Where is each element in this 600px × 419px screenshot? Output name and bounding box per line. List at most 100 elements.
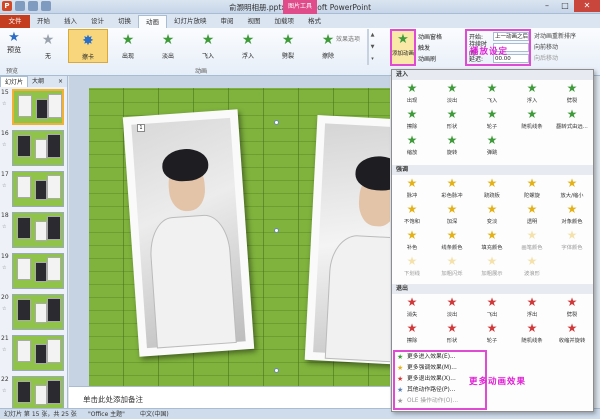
effect-label: 劈裂 (566, 98, 578, 104)
effect-item[interactable]: ★ 飞出 (472, 294, 512, 320)
slide-thumbnail[interactable] (12, 335, 64, 371)
effect-star-icon: ★ (566, 295, 578, 309)
effect-item[interactable]: ★ 收缩并旋转 (552, 320, 592, 346)
effect-item[interactable]: ★ 线条颜色 (432, 227, 472, 253)
maximize-button[interactable]: □ (556, 0, 574, 12)
close-button[interactable]: ✕ (574, 0, 600, 12)
tab-transitions[interactable]: 切换 (111, 15, 138, 28)
redo-icon[interactable] (41, 1, 51, 11)
effect-item[interactable]: ★ 淡出 (432, 80, 472, 106)
thumbnail-photo (47, 216, 61, 240)
photo-right-selected[interactable] (304, 115, 390, 366)
tab-view[interactable]: 视图 (241, 15, 268, 28)
effect-item[interactable]: ★ 轮子 (472, 320, 512, 346)
effect-item[interactable]: ★ 擦除 (392, 106, 432, 132)
gallery-item[interactable]: ✸ 擦卡 (68, 29, 108, 63)
effect-item[interactable]: ★ 陀螺旋 (512, 175, 552, 201)
effect-item[interactable]: ★ 对象颜色 (552, 201, 592, 227)
effect-star-icon: ★ (486, 202, 498, 216)
animation-pane-button[interactable]: 动画窗格 (418, 32, 462, 43)
more-effects-star-icon: ★ (397, 364, 404, 372)
tab-slides-pane[interactable]: 幻灯片 (0, 76, 29, 87)
photo-left[interactable] (122, 109, 255, 357)
effect-item[interactable]: ★ 跷跷板 (472, 175, 512, 201)
effect-item[interactable]: ★ 轮子 (472, 106, 512, 132)
effect-item[interactable]: ★ 翻转式由远... (552, 106, 592, 132)
animation-gallery: ★ 无 ✸ 擦卡 ★ 出现 ★ 淡出 ★ 飞入 ★ 浮入 ★ 劈裂 ★ 擦除 (28, 29, 368, 65)
move-later-button[interactable]: 向后移动 (534, 53, 598, 64)
slide-thumbnail[interactable] (12, 89, 64, 125)
effect-options-button[interactable]: 效果选项 (330, 34, 366, 43)
gallery-item[interactable]: ★ 出现 (108, 29, 148, 63)
effect-item[interactable]: ★ 淡出 (432, 294, 472, 320)
tab-addins[interactable]: 加载项 (268, 15, 302, 28)
effect-item[interactable]: ★ 劈裂 (552, 294, 592, 320)
powerpoint-logo-icon[interactable]: P (2, 1, 12, 11)
selection-handle[interactable] (274, 368, 279, 373)
effect-item[interactable]: ★ 形状 (432, 106, 472, 132)
tab-insert[interactable]: 插入 (57, 15, 84, 28)
tab-design[interactable]: 设计 (84, 15, 111, 28)
preview-button[interactable]: ★ 预览 (2, 30, 26, 66)
effect-item[interactable]: ★ 缩放 (392, 132, 432, 158)
effect-item[interactable]: ★ 放大/缩小 (552, 175, 592, 201)
effect-item[interactable]: ★ 擦除 (392, 320, 432, 346)
effect-item[interactable]: ★ 消失 (392, 294, 432, 320)
gallery-item[interactable]: ★ 劈裂 (268, 29, 308, 63)
effect-item[interactable]: ★ 出现 (392, 80, 432, 106)
tab-file[interactable]: 文件 (0, 15, 30, 28)
selection-handle[interactable] (274, 228, 279, 233)
effect-item[interactable]: ★ 填充颜色 (472, 227, 512, 253)
effect-item[interactable]: ★ 随机线条 (512, 320, 552, 346)
tab-animations[interactable]: 动画 (138, 15, 167, 28)
effect-item[interactable]: ★ 彩色脉冲 (432, 175, 472, 201)
effect-item[interactable]: ★ 旋转 (432, 132, 472, 158)
selection-handle[interactable] (274, 120, 279, 125)
effect-item[interactable]: ★ 透明 (512, 201, 552, 227)
slide-thumbnail[interactable] (12, 171, 64, 207)
slide-thumbnail[interactable] (12, 130, 64, 166)
current-slide[interactable]: 1 (89, 88, 390, 388)
slide-thumbnail[interactable] (12, 294, 64, 330)
tab-review[interactable]: 审阅 (214, 15, 241, 28)
effect-item[interactable]: ★ 不饱和 (392, 201, 432, 227)
effect-item[interactable]: ★ 随机线条 (512, 106, 552, 132)
gallery-item[interactable]: ★ 飞入 (188, 29, 228, 63)
effect-item[interactable]: ★ 脉冲 (392, 175, 432, 201)
tab-format[interactable]: 格式 (301, 15, 328, 28)
more-effects-item[interactable]: ★ 更多强调效果(M)... (395, 363, 485, 374)
effect-item[interactable]: ★ 飞入 (472, 80, 512, 106)
thumbnail-photo (35, 221, 47, 241)
slide-thumbnail[interactable] (12, 376, 64, 412)
tab-slideshow[interactable]: 幻灯片放映 (167, 15, 214, 28)
star-green-icon: ★ (241, 32, 255, 48)
gallery-scroll[interactable]: ▲ ▼ ▾ (368, 29, 376, 65)
add-animation-button[interactable]: ★ 添加动画 (390, 29, 416, 66)
gallery-item[interactable]: ★ 淡出 (148, 29, 188, 63)
effect-item[interactable]: ★ 加深 (432, 201, 472, 227)
slide-thumbnail[interactable] (12, 253, 64, 289)
animation-painter-button[interactable]: 动画刷 (418, 54, 462, 65)
slide-thumbnail[interactable] (12, 212, 64, 248)
undo-icon[interactable] (28, 1, 38, 11)
thumbnail-photo (35, 180, 47, 200)
save-icon[interactable] (15, 1, 25, 11)
effect-item[interactable]: ★ 浮入 (512, 80, 552, 106)
effect-item[interactable]: ★ 补色 (392, 227, 432, 253)
effect-item[interactable]: ★ 变淡 (472, 201, 512, 227)
effect-item[interactable]: ★ 浮出 (512, 294, 552, 320)
tab-outline-pane[interactable]: 大纲 (28, 76, 48, 87)
tab-home[interactable]: 开始 (30, 15, 57, 28)
more-effects-item[interactable]: ★ 更多进入效果(E)... (395, 352, 485, 363)
gallery-item[interactable]: ★ 无 (28, 29, 68, 63)
effect-item[interactable]: ★ 劈裂 (552, 80, 592, 106)
start-select[interactable]: 上一动画之后 (493, 32, 529, 41)
effect-item[interactable]: ★ 弹跳 (472, 132, 512, 158)
trigger-button[interactable]: 触发 (418, 43, 462, 54)
gallery-item[interactable]: ★ 浮入 (228, 29, 268, 63)
minimize-button[interactable]: – (538, 0, 556, 12)
effect-item[interactable]: ★ 形状 (432, 320, 472, 346)
effect-label: 透明 (526, 219, 538, 225)
panel-close-icon[interactable]: × (54, 76, 67, 87)
move-earlier-button[interactable]: 向前移动 (534, 42, 598, 53)
